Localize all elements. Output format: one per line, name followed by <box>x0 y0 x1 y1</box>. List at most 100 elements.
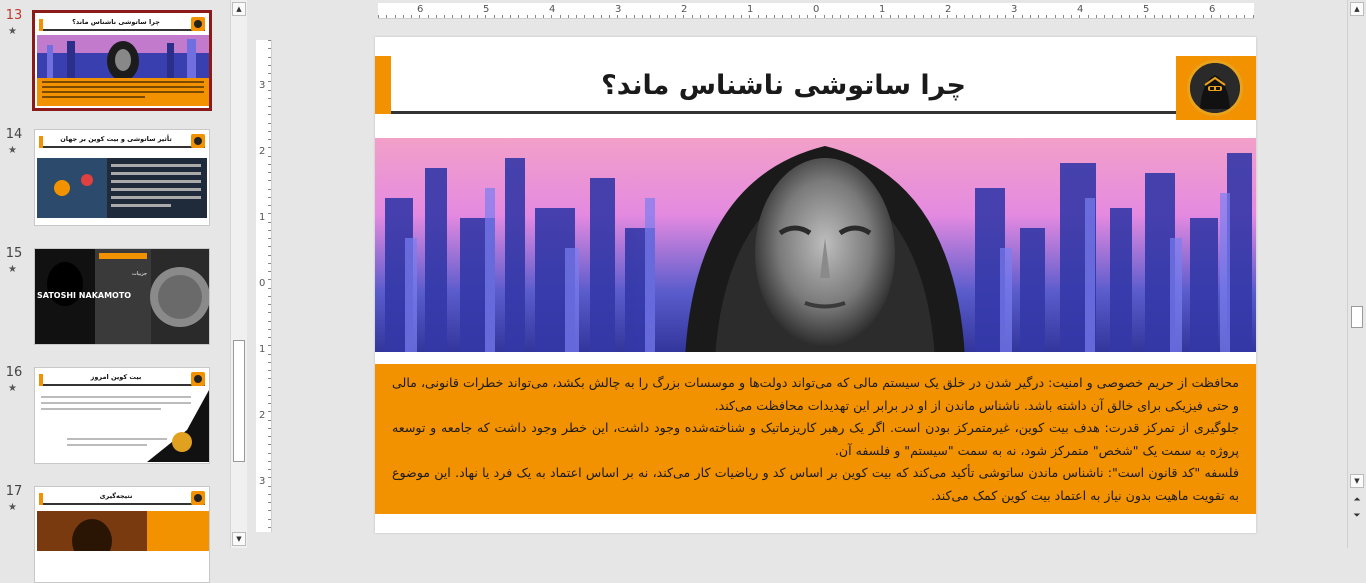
thumbnail-scroll-thumb[interactable] <box>233 340 245 462</box>
ruler-tick <box>268 485 271 487</box>
ruler-tick <box>1244 15 1246 18</box>
logo-box[interactable] <box>1176 56 1256 120</box>
thumb-accent <box>39 19 43 31</box>
ruler-tick <box>683 15 685 18</box>
ruler-tick <box>774 15 775 18</box>
ruler-tick <box>394 15 396 18</box>
ruler-tick <box>268 403 271 404</box>
title-bar: چرا ساتوشی ناشناس ماند؟ <box>391 56 1176 114</box>
thumb-header: چرا ساتوشی ناشناس ماند؟ <box>39 17 205 31</box>
ruler-tick <box>268 436 271 437</box>
ruler-tick <box>592 15 594 18</box>
ruler-tick <box>268 40 271 41</box>
ruler-tick <box>468 15 470 18</box>
ruler-tick <box>633 15 635 18</box>
horizontal-ruler[interactable]: 6 5 4 3 2 1 0 1 2 3 4 5 6 <box>378 3 1254 19</box>
star-icon: ★ <box>8 26 17 37</box>
ruler-tick <box>268 394 271 396</box>
ruler-label: 2 <box>681 4 688 15</box>
thumb-logo-icon <box>191 17 205 31</box>
ruler-tick <box>1013 15 1015 18</box>
ruler-label: 1 <box>259 212 266 223</box>
ruler-tick <box>518 15 520 18</box>
thumbnail-slide-16[interactable]: بیت کوین امروز <box>34 367 210 464</box>
paragraph-privacy: محافظت از حریم خصوصی و امنیت: درگیر شدن … <box>392 375 1239 413</box>
ruler-tick <box>914 15 916 18</box>
thumb-title: تأثیر ساتوشی و بیت کوین بر جهان <box>60 135 172 143</box>
thumbnail-slide-17[interactable]: نتیجه‌گیری <box>34 486 210 583</box>
ruler-tick <box>1145 15 1147 18</box>
ruler-tick <box>268 411 271 413</box>
ruler-tick <box>1071 15 1072 18</box>
thumbnail-slide-13[interactable]: چرا ساتوشی ناشناس ماند؟ <box>32 10 212 111</box>
ruler-tick <box>268 452 271 454</box>
ruler-label: 0 <box>259 278 266 289</box>
scroll-down-icon[interactable]: ▼ <box>1350 474 1364 488</box>
ruler-tick <box>1112 15 1114 18</box>
hooded-figure-hero-image[interactable] <box>375 138 1256 358</box>
ruler-tick <box>675 15 676 18</box>
ruler-tick <box>1186 15 1188 18</box>
ruler-tick <box>268 130 271 132</box>
ruler-label: 6 <box>1209 4 1216 15</box>
ruler-tick <box>889 15 891 18</box>
ruler-label: 2 <box>259 410 266 421</box>
ruler-tick <box>268 238 271 239</box>
ruler-tick <box>658 15 660 18</box>
ruler-tick <box>268 188 271 190</box>
slide-canvas[interactable]: چرا ساتوشی ناشناس ماند؟ محافظت از حریم خ… <box>375 37 1256 533</box>
ruler-tick <box>1038 15 1039 18</box>
ruler-label: 0 <box>813 4 820 15</box>
thumbnail-scrollbar[interactable]: ▲ ▼ <box>230 0 247 548</box>
ruler-label: 4 <box>1077 4 1084 15</box>
ruler-tick <box>268 328 271 330</box>
ruler-label: 5 <box>1143 4 1150 15</box>
thumb-caption: SATOSHI NAKAMOTO <box>37 291 132 300</box>
ruler-tick <box>268 518 271 520</box>
ruler-tick <box>732 15 734 18</box>
thumbnail-slide-14[interactable]: تأثیر ساتوشی و بیت کوین بر جهان <box>34 129 210 226</box>
star-icon: ★ <box>8 383 17 394</box>
ruler-tick <box>268 48 271 50</box>
ruler-tick <box>485 15 487 18</box>
vertical-ruler[interactable]: 3 2 1 0 1 2 3 <box>256 40 272 532</box>
slide-body-text[interactable]: محافظت از حریم خصوصی و امنیت: درگیر شدن … <box>375 364 1256 514</box>
ruler-tick <box>856 15 858 18</box>
ruler-tick <box>1137 15 1138 18</box>
ruler-tick <box>823 15 825 18</box>
editor-scrollbar[interactable]: ▲ ▼ ⏶ ⏷ <box>1347 0 1366 548</box>
paragraph-decentralization: جلوگیری از تمرکز قدرت: هدف بیت کوین، غیر… <box>392 420 1239 458</box>
ruler-tick <box>268 106 271 107</box>
ruler-label: 1 <box>879 4 886 15</box>
thumb-text-block <box>37 78 209 106</box>
thumbnail-slide-15[interactable]: SATOSHI NAKAMOTO جزییات <box>34 248 210 345</box>
ruler-tick <box>268 114 271 116</box>
scroll-down-icon[interactable]: ▼ <box>232 532 246 546</box>
prev-slide-icon[interactable]: ⏶ <box>1350 494 1364 508</box>
ruler-tick <box>268 56 271 58</box>
ruler-tick <box>625 15 627 18</box>
ruler-tick <box>906 15 907 18</box>
ruler-tick <box>1095 15 1097 18</box>
ruler-tick <box>268 502 271 503</box>
slide-title[interactable]: چرا ساتوشی ناشناس ماند؟ <box>391 70 1176 101</box>
ruler-tick <box>444 15 445 18</box>
scroll-up-icon[interactable]: ▲ <box>232 2 246 16</box>
ruler-tick <box>559 15 561 18</box>
scroll-up-icon[interactable]: ▲ <box>1350 2 1364 16</box>
ruler-tick <box>510 15 511 18</box>
ruler-tick <box>567 15 569 18</box>
ruler-tick <box>1120 15 1122 18</box>
next-slide-icon[interactable]: ⏷ <box>1350 510 1364 524</box>
ruler-tick <box>268 254 271 256</box>
ruler-tick <box>268 378 271 380</box>
thumb-accent <box>39 136 43 148</box>
ruler-tick <box>1194 15 1196 18</box>
star-icon: ★ <box>8 502 17 513</box>
ruler-tick <box>963 15 965 18</box>
editor-scroll-thumb[interactable] <box>1351 306 1363 328</box>
ruler-tick <box>427 15 429 18</box>
ruler-tick <box>268 493 271 495</box>
ruler-label: 3 <box>259 80 266 91</box>
ruler-tick <box>1211 15 1213 18</box>
